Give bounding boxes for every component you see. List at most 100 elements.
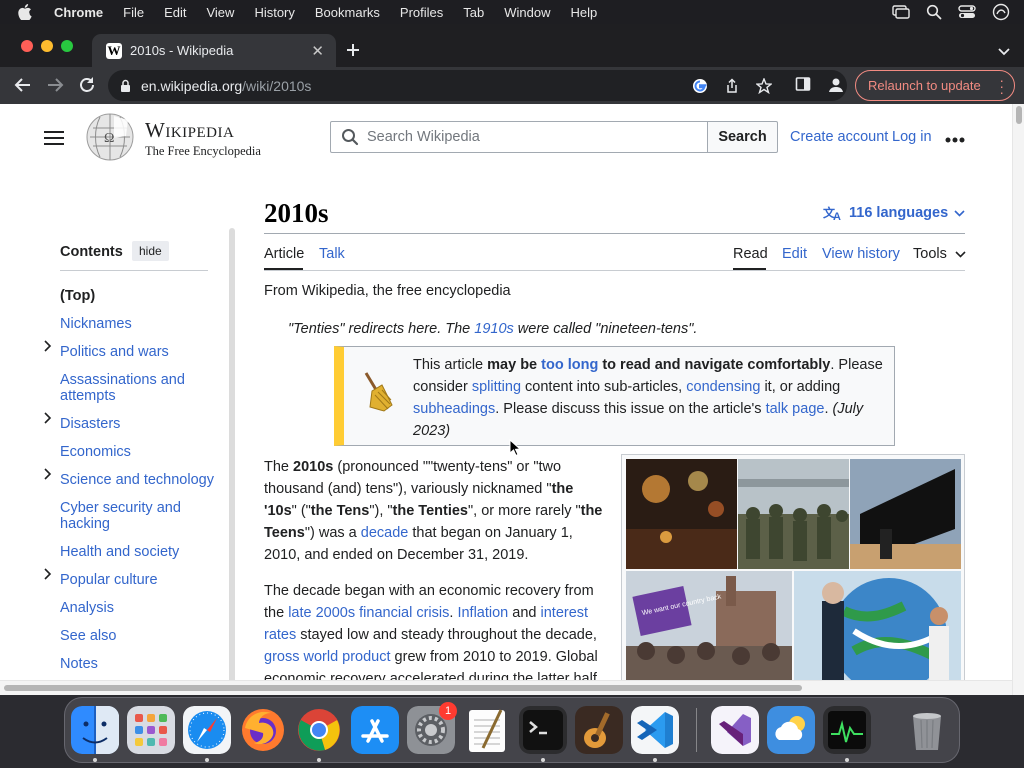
tab-search-button[interactable] — [998, 43, 1010, 61]
firefox-icon[interactable] — [239, 706, 287, 754]
tab-article[interactable]: Article — [264, 246, 304, 262]
infobox-collage-image[interactable]: We want our country back — [621, 454, 965, 695]
tab-tools[interactable]: Tools — [913, 246, 966, 262]
expand-disasters-chevron-icon[interactable] — [43, 412, 53, 424]
minimize-window-button[interactable] — [41, 40, 53, 52]
toc-item-see-also[interactable]: See also — [60, 628, 220, 644]
hatnote: "Tenties" redirects here. The 1910s were… — [288, 321, 697, 337]
wikipedia-wordmark[interactable]: Wikipedia The Free Encyclopedia — [145, 118, 261, 159]
expand-science-chevron-icon[interactable] — [43, 468, 53, 480]
menu-chrome[interactable]: Chrome — [54, 5, 103, 20]
hatnote-1910s-link[interactable]: 1910s — [474, 321, 514, 337]
notice-text: This article may be too long to read and… — [413, 357, 883, 439]
menu-edit[interactable]: Edit — [164, 5, 186, 20]
tab-edit[interactable]: Edit — [782, 246, 807, 262]
bookmark-star-icon[interactable] — [756, 78, 772, 94]
chrome-icon[interactable] — [295, 706, 343, 754]
safari-icon[interactable] — [183, 706, 231, 754]
chrome-menu-icon[interactable]: · · · — [999, 73, 1004, 99]
expand-politics-chevron-icon[interactable] — [43, 340, 53, 352]
weather-icon[interactable] — [767, 706, 815, 754]
horizontal-scrollbar-thumb[interactable] — [4, 685, 802, 691]
vertical-scrollbar[interactable] — [1012, 104, 1024, 695]
menu-bookmarks[interactable]: Bookmarks — [315, 5, 380, 20]
splitting-link[interactable]: splitting — [472, 379, 521, 395]
too-long-link[interactable]: too long — [541, 357, 598, 373]
toc-item-economics[interactable]: Economics — [60, 444, 220, 460]
visual-studio-icon[interactable] — [711, 706, 759, 754]
apple-icon[interactable] — [18, 4, 40, 20]
expand-popular-culture-chevron-icon[interactable] — [43, 568, 53, 580]
reload-button[interactable] — [78, 76, 96, 99]
chevron-down-icon — [998, 48, 1010, 56]
toc-item-notes[interactable]: Notes — [60, 656, 220, 672]
forward-button[interactable] — [46, 76, 64, 99]
tab-talk[interactable]: Talk — [319, 246, 345, 262]
main-menu-button[interactable] — [44, 130, 64, 151]
toc-item-assassinations[interactable]: Assassinations and attempts — [60, 372, 200, 404]
financial-crisis-link[interactable]: late 2000s financial crisis — [288, 605, 449, 621]
browser-tab-active[interactable]: W 2010s - Wikipedia ✕ — [92, 34, 336, 67]
terminal-icon[interactable] — [519, 706, 567, 754]
control-center-icon[interactable] — [958, 5, 976, 19]
close-window-button[interactable] — [21, 40, 33, 52]
tab-read[interactable]: Read — [733, 246, 768, 262]
menu-profiles[interactable]: Profiles — [400, 5, 443, 20]
toc-item-cyber[interactable]: Cyber security and hacking — [60, 500, 200, 532]
garageband-icon[interactable] — [575, 706, 623, 754]
toc-item-analysis[interactable]: Analysis — [60, 600, 220, 616]
toc-item-science[interactable]: Science and technology — [60, 472, 220, 488]
menu-tab[interactable]: Tab — [463, 5, 484, 20]
toc-item-health[interactable]: Health and society — [60, 544, 220, 560]
toc-scrollbar[interactable] — [229, 228, 235, 683]
decade-link[interactable]: decade — [361, 525, 409, 541]
vertical-scrollbar-thumb[interactable] — [1016, 106, 1022, 124]
horizontal-scrollbar[interactable] — [0, 680, 1012, 695]
toc-item-popular-culture[interactable]: Popular culture — [60, 572, 220, 588]
menu-window[interactable]: Window — [504, 5, 550, 20]
search-button[interactable]: Search — [707, 121, 778, 153]
share-icon[interactable] — [724, 78, 740, 94]
toc-item-nicknames[interactable]: Nicknames — [60, 316, 220, 332]
lock-icon[interactable] — [120, 79, 131, 93]
close-tab-icon[interactable]: ✕ — [311, 42, 324, 60]
condensing-link[interactable]: condensing — [686, 379, 760, 395]
language-selector[interactable]: 文A 116 languages — [823, 205, 965, 221]
side-panel-button[interactable] — [795, 76, 811, 97]
create-account-link[interactable]: Create account — [790, 129, 888, 145]
inflation-link[interactable]: Inflation — [457, 605, 508, 621]
subheadings-link[interactable]: subheadings — [413, 401, 495, 417]
finder-icon[interactable] — [71, 706, 119, 754]
log-in-link[interactable]: Log in — [892, 129, 932, 145]
maximize-window-button[interactable] — [61, 40, 73, 52]
launchpad-icon[interactable] — [127, 706, 175, 754]
new-tab-button[interactable] — [346, 37, 360, 63]
gross-world-product-link[interactable]: gross world product — [264, 649, 391, 665]
menu-history[interactable]: History — [254, 5, 294, 20]
activity-monitor-icon[interactable] — [823, 706, 871, 754]
address-bar[interactable]: en.wikipedia.org/wiki/2010s — [108, 70, 847, 101]
menu-help[interactable]: Help — [571, 5, 598, 20]
textedit-icon[interactable] — [463, 706, 511, 754]
toc-item-politics[interactable]: Politics and wars — [60, 344, 220, 360]
menu-view[interactable]: View — [206, 5, 234, 20]
profile-button[interactable] — [827, 76, 845, 99]
tab-view-history[interactable]: View history — [822, 246, 900, 262]
wikipedia-globe-logo[interactable]: Ω — [84, 112, 136, 162]
screen-mirroring-icon[interactable] — [892, 5, 910, 19]
app-store-icon[interactable] — [351, 706, 399, 754]
talk-page-link[interactable]: talk page — [766, 401, 825, 417]
toc-hide-button[interactable]: hide — [132, 241, 169, 261]
more-options-button[interactable] — [945, 126, 965, 149]
toc-item-top[interactable]: (Top) — [60, 288, 220, 304]
siri-icon[interactable] — [992, 3, 1010, 21]
google-lens-icon[interactable] — [692, 78, 708, 94]
toc-item-disasters[interactable]: Disasters — [60, 416, 220, 432]
vscode-icon[interactable] — [631, 706, 679, 754]
search-input[interactable]: Search Wikipedia — [330, 121, 708, 153]
relaunch-to-update-button[interactable]: Relaunch to update · · · — [855, 70, 1015, 101]
menu-file[interactable]: File — [123, 5, 144, 20]
back-button[interactable] — [14, 76, 32, 99]
trash-icon[interactable] — [903, 706, 951, 754]
spotlight-search-icon[interactable] — [926, 4, 942, 20]
